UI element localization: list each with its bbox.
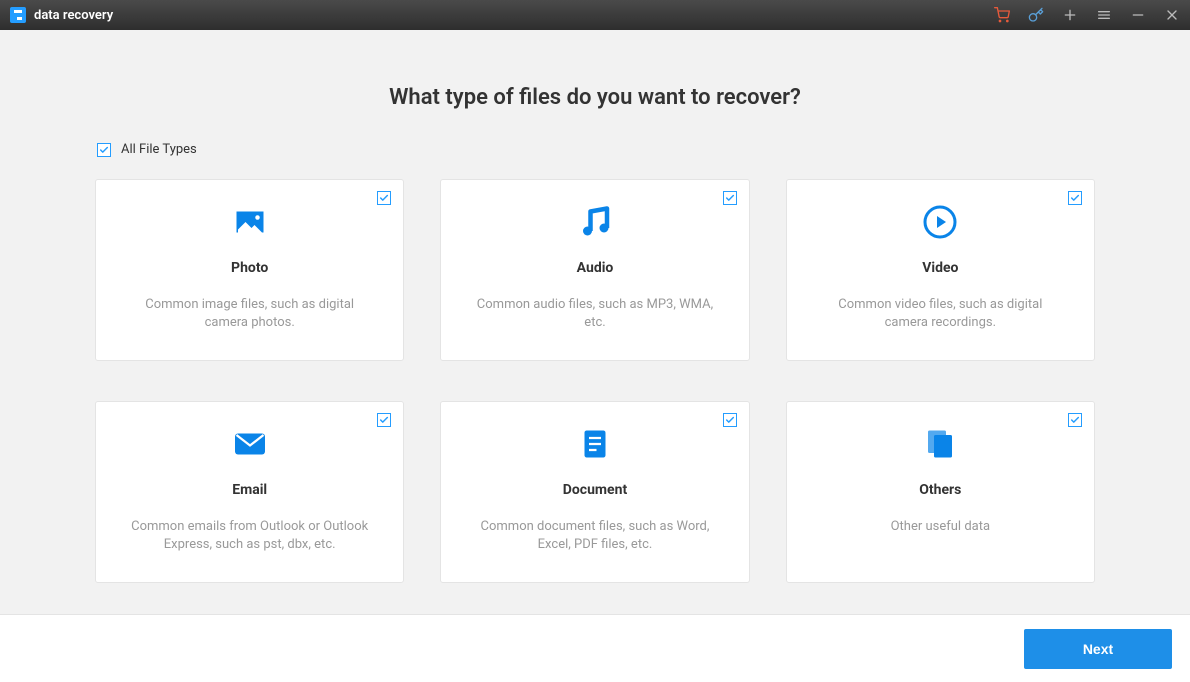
close-icon[interactable] [1164,7,1180,23]
photo-icon [230,204,270,240]
card-video-checkbox[interactable] [1068,191,1082,205]
card-email-title: Email [232,482,267,498]
card-email-desc: Common emails from Outlook or Outlook Ex… [120,518,379,554]
document-icon [575,426,615,462]
minimize-icon[interactable] [1130,7,1146,23]
card-document-title: Document [563,482,627,498]
card-document-desc: Common document files, such as Word, Exc… [465,518,724,554]
card-video[interactable]: Video Common video files, such as digita… [786,179,1095,361]
files-icon [920,426,960,462]
page-title: What type of files do you want to recove… [389,85,801,110]
key-icon[interactable] [1028,7,1044,23]
footer: Next [0,614,1190,682]
card-photo-checkbox[interactable] [377,191,391,205]
card-others-desc: Other useful data [885,518,996,536]
app-logo-icon [10,7,26,23]
card-audio-title: Audio [577,260,614,276]
all-file-types-row[interactable]: All File Types [95,142,1095,157]
card-photo[interactable]: Photo Common image files, such as digita… [95,179,404,361]
all-file-types-label: All File Types [121,142,197,157]
titlebar-left: data recovery [10,7,113,23]
card-document-checkbox[interactable] [723,413,737,427]
plus-icon[interactable] [1062,7,1078,23]
card-photo-desc: Common image files, such as digital came… [120,296,379,332]
video-icon [920,204,960,240]
card-others-checkbox[interactable] [1068,413,1082,427]
cart-icon[interactable] [994,7,1010,23]
menu-icon[interactable] [1096,7,1112,23]
card-audio-checkbox[interactable] [723,191,737,205]
card-audio[interactable]: Audio Common audio files, such as MP3, W… [440,179,749,361]
card-photo-title: Photo [231,260,268,276]
next-button[interactable]: Next [1024,629,1172,669]
card-email[interactable]: Email Common emails from Outlook or Outl… [95,401,404,583]
card-others[interactable]: Others Other useful data [786,401,1095,583]
card-email-checkbox[interactable] [377,413,391,427]
email-icon [230,426,270,462]
all-file-types-checkbox[interactable] [97,143,111,157]
main-content: What type of files do you want to recove… [0,30,1190,614]
titlebar-right [994,7,1180,23]
titlebar: data recovery [0,0,1190,30]
file-type-grid: Photo Common image files, such as digita… [95,179,1095,583]
app-title: data recovery [34,8,113,23]
card-document[interactable]: Document Common document files, such as … [440,401,749,583]
audio-icon [575,204,615,240]
card-audio-desc: Common audio files, such as MP3, WMA, et… [465,296,724,332]
card-video-desc: Common video files, such as digital came… [811,296,1070,332]
card-others-title: Others [919,482,961,498]
card-video-title: Video [922,260,958,276]
